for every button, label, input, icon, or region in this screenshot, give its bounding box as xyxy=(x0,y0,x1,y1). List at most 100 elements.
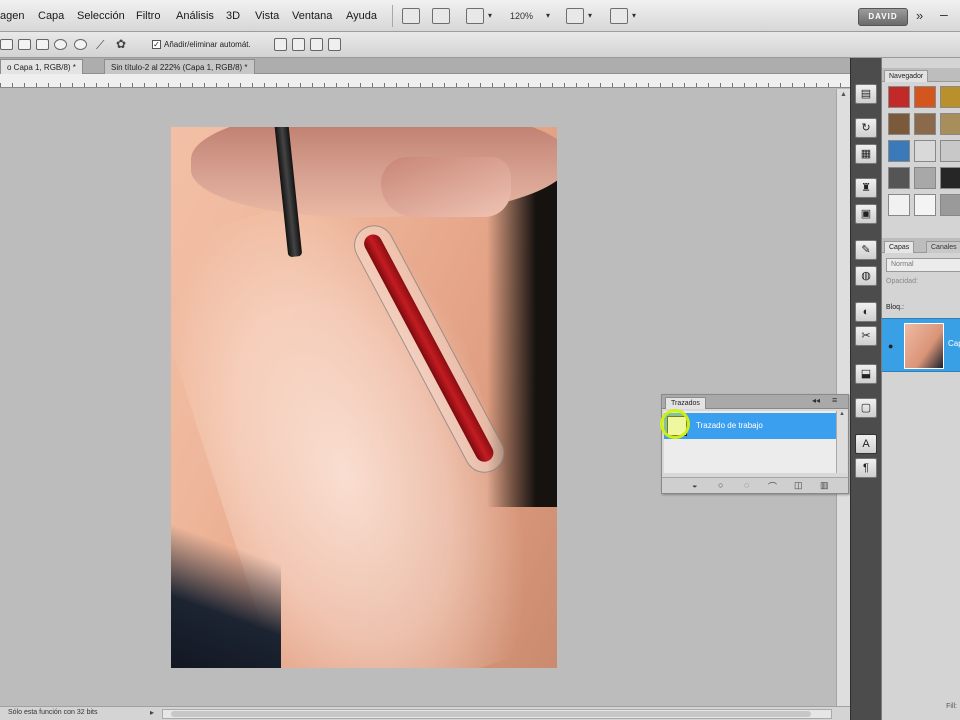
scroll-up-icon[interactable]: ▲ xyxy=(837,91,850,98)
path-mode-add-icon[interactable] xyxy=(274,38,287,51)
style-swatch[interactable] xyxy=(888,194,910,216)
menu-view[interactable]: Vista xyxy=(255,10,279,22)
style-swatch[interactable] xyxy=(914,194,936,216)
scrollbar-thumb[interactable] xyxy=(171,711,811,717)
collapse-icon[interactable]: ◂◂ xyxy=(812,396,820,405)
style-swatch[interactable] xyxy=(888,86,910,108)
style-swatch[interactable] xyxy=(940,113,960,135)
chevron-down-icon[interactable]: ▾ xyxy=(588,11,592,20)
chevron-down-icon[interactable]: ▾ xyxy=(632,11,636,20)
style-swatch[interactable] xyxy=(888,167,910,189)
chevron-down-icon[interactable]: ▾ xyxy=(488,11,492,20)
paragraph-panel-icon[interactable]: ¶ xyxy=(855,458,877,478)
tab-channels[interactable]: Canales xyxy=(926,241,960,253)
tab-layers[interactable]: Capas xyxy=(884,241,915,253)
menu-analysis[interactable]: Análisis xyxy=(176,10,214,22)
document-tab[interactable]: Sin título-2 al 222% (Capa 1, RGB/8) * xyxy=(104,59,255,74)
style-swatch[interactable] xyxy=(940,140,960,162)
load-selection-icon[interactable]: ◌ xyxy=(744,480,749,490)
menu-separator xyxy=(392,5,393,27)
style-swatch[interactable] xyxy=(888,113,910,135)
paths-scrollbar[interactable]: ▲ xyxy=(836,411,847,473)
menu-select[interactable]: Selección xyxy=(77,10,125,22)
chevron-right-icon[interactable]: ▸ xyxy=(150,708,154,717)
chevron-down-icon[interactable]: ▾ xyxy=(546,11,550,20)
tab-navigator[interactable]: Navegador xyxy=(884,70,929,82)
minimize-icon[interactable]: – xyxy=(940,6,948,22)
fill-path-icon[interactable]: ◒ xyxy=(692,480,697,490)
menu-image[interactable]: agen xyxy=(0,10,24,22)
minibridge-icon[interactable] xyxy=(432,8,450,24)
style-swatch[interactable] xyxy=(940,86,960,108)
paths-panel-icon[interactable]: ▢ xyxy=(855,398,877,418)
menu-layer[interactable]: Capa xyxy=(38,10,64,22)
document-tab-bar: o Capa 1, RGB/8) * Sin título-2 al 222% … xyxy=(0,58,850,74)
custom-shape-tool-icon[interactable]: ✿ xyxy=(116,37,126,51)
path-mode-intersect-icon[interactable] xyxy=(310,38,323,51)
tab-paths[interactable]: Trazados xyxy=(665,397,706,409)
actions-panel-icon[interactable]: ↻ xyxy=(855,118,877,138)
ellipse-tool-icon[interactable] xyxy=(54,39,67,50)
character-panel-icon[interactable]: A xyxy=(855,434,877,454)
menu-filter[interactable]: Filtro xyxy=(136,10,160,22)
zoom-level[interactable]: 120% xyxy=(510,11,533,21)
bridge-icon[interactable] xyxy=(402,8,420,24)
tools-panel-icon[interactable]: ✂ xyxy=(855,326,877,346)
style-swatch[interactable] xyxy=(914,167,936,189)
menu-window[interactable]: Ventana xyxy=(292,10,332,22)
paths-panel: Trazados ◂◂ ≡ Trazado de trabajo ▲ ◒ ○ ◌… xyxy=(660,394,849,494)
brushes-panel-icon[interactable]: ✎ xyxy=(855,240,877,260)
status-text: Sólo esta función con 32 bits xyxy=(8,709,98,716)
lock-label: Bloq.: xyxy=(886,304,904,311)
path-mode-subtract-icon[interactable] xyxy=(292,38,305,51)
path-mode-exclude-icon[interactable] xyxy=(328,38,341,51)
image-dark-area xyxy=(171,468,281,668)
styles-panel-icon[interactable]: ♜ xyxy=(855,178,877,198)
tool-presets-panel-icon[interactable]: ◐ xyxy=(855,302,877,322)
stroke-path-icon[interactable]: ○ xyxy=(718,480,723,490)
style-swatch[interactable] xyxy=(940,194,960,216)
masks-panel-icon[interactable]: ▣ xyxy=(855,204,877,224)
make-work-path-icon[interactable]: ⌒ xyxy=(768,480,777,493)
style-swatch[interactable] xyxy=(914,140,936,162)
layers-footer: Fill: xyxy=(946,703,957,710)
trash-icon[interactable]: ▥ xyxy=(820,480,829,491)
panel-menu-icon[interactable]: ≡ xyxy=(832,395,837,405)
new-path-icon[interactable]: ◫ xyxy=(794,480,803,491)
line-tool-icon[interactable]: ⟋ xyxy=(96,38,104,53)
auto-add-delete-label: Añadir/eliminar automát. xyxy=(164,40,251,49)
rounded-rectangle-tool-icon[interactable] xyxy=(36,39,49,50)
rectangle-tool-icon[interactable] xyxy=(18,39,31,50)
arrange-documents-icon[interactable] xyxy=(566,8,584,24)
options-bar: ⟋ ✿ ✓ Añadir/eliminar automát. xyxy=(0,32,960,58)
layer-thumbnail xyxy=(904,323,944,369)
eye-icon[interactable]: ● xyxy=(888,341,893,351)
horizontal-scrollbar[interactable] xyxy=(162,709,832,719)
workspace-button[interactable]: DAVID xyxy=(858,8,908,26)
history-panel-icon[interactable]: ▤ xyxy=(855,84,877,104)
adjustments-panel-icon[interactable]: ▦ xyxy=(855,144,877,164)
swatches-panel-icon[interactable]: ⬓ xyxy=(855,364,877,384)
double-chevron-right-icon[interactable]: » xyxy=(916,8,923,23)
screen-mode-icon[interactable] xyxy=(610,8,628,24)
extras-icon[interactable] xyxy=(466,8,484,24)
pen-tool-icon[interactable] xyxy=(0,39,13,50)
polygon-tool-icon[interactable] xyxy=(74,39,87,50)
document-tab[interactable]: o Capa 1, RGB/8) * xyxy=(0,59,83,74)
clone-source-panel-icon[interactable]: ◍ xyxy=(855,266,877,286)
document-image[interactable] xyxy=(171,127,557,668)
auto-add-delete-checkbox[interactable]: ✓ xyxy=(152,40,161,49)
menu-bar: agen Capa Selección Filtro Análisis 3D V… xyxy=(0,0,960,32)
layer-row[interactable]: ● Capa 1 xyxy=(882,318,960,372)
menu-help[interactable]: Ayuda xyxy=(346,10,377,22)
list-item[interactable]: Trazado de trabajo xyxy=(660,409,836,439)
style-swatch[interactable] xyxy=(914,86,936,108)
paths-panel-footer: ◒ ○ ◌ ⌒ ◫ ▥ xyxy=(662,477,848,493)
style-swatch[interactable] xyxy=(914,113,936,135)
style-swatch[interactable] xyxy=(940,167,960,189)
menu-3d[interactable]: 3D xyxy=(226,10,240,22)
panel-dock: ▤ ↻ ▦ ♜ ▣ ✎ ◍ ◐ ✂ ⬓ ▢ A ¶ xyxy=(850,58,881,720)
blend-mode-select[interactable]: Normal xyxy=(886,258,960,272)
style-swatch[interactable] xyxy=(888,140,910,162)
right-panel-stack: Navegador Capas Canales Normal Opacidad:… xyxy=(881,58,960,720)
